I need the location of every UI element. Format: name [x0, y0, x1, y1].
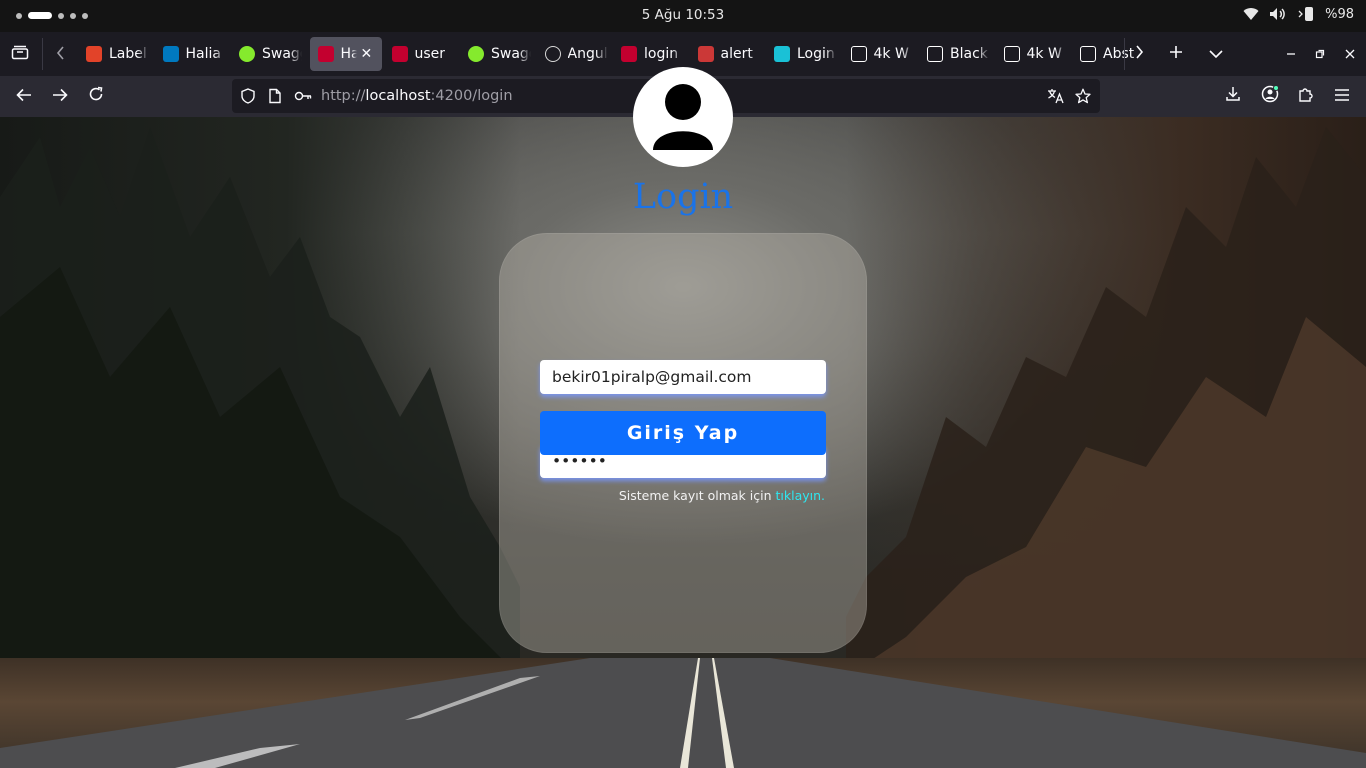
tab-title: Black: [950, 46, 988, 62]
browser-tab[interactable]: alert: [690, 37, 767, 71]
account-icon: [1261, 85, 1279, 107]
back-button[interactable]: [10, 82, 38, 110]
tab-title: Login: [797, 46, 835, 62]
tab-title: Swagger: [491, 46, 531, 62]
arrow-left-icon: [16, 87, 32, 106]
extensions-button[interactable]: [1292, 82, 1320, 110]
system-top-bar: 5 Ağu 10:53 %98: [0, 0, 1366, 32]
npm-icon: [697, 46, 714, 62]
browser-tab[interactable]: 4k W: [996, 37, 1073, 71]
restore-icon: [1315, 45, 1325, 63]
swagger-icon: [239, 46, 255, 62]
close-tab-icon[interactable]: ✕: [361, 46, 373, 62]
reload-button[interactable]: [82, 82, 110, 110]
forward-button[interactable]: [46, 82, 74, 110]
url-text[interactable]: http://localhost:4200/login: [321, 88, 513, 104]
system-clock[interactable]: 5 Ağu 10:53: [0, 7, 1366, 23]
browser-tab[interactable]: Angular: [537, 37, 614, 71]
tab-title: Ha: [340, 46, 357, 62]
browser-tab[interactable]: 4k W: [843, 37, 920, 71]
login-submit-button[interactable]: Giriş Yap: [540, 411, 826, 455]
tab-strip-divider: [1124, 38, 1125, 70]
url-host: localhost: [365, 88, 431, 104]
new-tab-button[interactable]: [1162, 40, 1190, 68]
tab-title: Swagger: [262, 46, 302, 62]
trello-icon: [162, 46, 179, 62]
tab-title: Halia: [185, 46, 221, 62]
vuetify-icon: [774, 46, 790, 62]
close-icon: [1345, 45, 1355, 63]
swagger-icon: [468, 46, 484, 62]
pexels-icon: [850, 46, 867, 62]
list-all-tabs-button[interactable]: [1202, 40, 1230, 68]
browser-tab[interactable]: Black: [919, 37, 996, 71]
close-window-button[interactable]: [1336, 40, 1364, 68]
minimize-icon: [1286, 45, 1296, 63]
tab-title: Label: [109, 46, 147, 62]
arrow-right-icon: [52, 87, 68, 106]
download-icon: [1225, 86, 1241, 106]
chevron-right-icon: [1134, 45, 1144, 63]
chevron-down-icon: [1209, 45, 1223, 63]
volume-icon: [1269, 7, 1287, 21]
register-prompt: Sisteme kayıt olmak için tıklayın.: [540, 488, 825, 503]
url-protocol: http://: [321, 88, 366, 104]
tab-overview-icon: [11, 44, 29, 64]
tracking-protection-shield-icon[interactable]: [240, 88, 256, 104]
chevron-left-icon: [56, 45, 66, 64]
maximize-window-button[interactable]: [1306, 40, 1334, 68]
login-title: Login: [632, 177, 734, 217]
tab-overview-button[interactable]: [6, 40, 34, 68]
browser-tab[interactable]: user: [384, 37, 461, 71]
translate-icon[interactable]: [1047, 88, 1064, 104]
pexels-icon: [927, 46, 943, 62]
browser-tab[interactable]: Label: [78, 37, 155, 71]
tab-list: Label Halia Swagger Ha✕ user Swagger Angular lo…: [78, 37, 1149, 71]
account-button[interactable]: [1256, 82, 1284, 110]
puzzle-icon: [1298, 86, 1314, 106]
tab-strip-divider: [42, 38, 43, 70]
angular-icon: [391, 46, 408, 62]
angular-icon: [621, 46, 637, 62]
istock-icon: [1003, 46, 1020, 62]
tab-title: Angular: [567, 46, 608, 62]
key-icon[interactable]: [294, 88, 312, 104]
register-link[interactable]: tıklayın.: [775, 488, 825, 503]
tab-title: 4k W: [873, 46, 909, 62]
tab-title: user: [414, 46, 446, 62]
bookmark-star-icon[interactable]: [1075, 88, 1091, 104]
openai-icon: [544, 46, 561, 62]
hamburger-menu-icon: [1334, 87, 1350, 106]
wifi-icon: [1243, 7, 1259, 21]
scroll-tabs-left-button[interactable]: [47, 40, 75, 68]
register-text: Sisteme kayıt olmak için: [618, 488, 776, 503]
tab-title: login: [644, 46, 679, 62]
url-path: :4200/login: [430, 88, 513, 104]
battery-icon: [1297, 6, 1315, 22]
user-icon: [633, 84, 733, 171]
browser-tab[interactable]: Swagger: [460, 37, 537, 71]
browser-tab[interactable]: Swagger: [231, 37, 308, 71]
browser-tab[interactable]: Ha ✕: [309, 37, 382, 71]
angular-icon: [317, 46, 334, 62]
background-road: [0, 658, 1366, 768]
browser-tab[interactable]: Halia: [155, 37, 232, 71]
battery-percent: %98: [1325, 6, 1354, 22]
istock-icon: [1080, 46, 1096, 62]
downloads-button[interactable]: [1219, 82, 1247, 110]
minimize-window-button[interactable]: [1277, 40, 1305, 68]
reload-icon: [88, 86, 104, 106]
system-tray[interactable]: %98: [1243, 6, 1354, 22]
gitlab-icon: [86, 46, 102, 62]
page-info-icon[interactable]: [267, 88, 283, 104]
app-menu-button[interactable]: [1328, 82, 1356, 110]
tab-title: alert: [720, 46, 753, 62]
user-avatar: [633, 67, 733, 167]
email-field[interactable]: [540, 360, 826, 394]
browser-tab[interactable]: Login: [766, 37, 843, 71]
tab-title: 4k W: [1026, 46, 1062, 62]
scroll-tabs-right-button[interactable]: [1125, 40, 1153, 68]
browser-tab[interactable]: login: [613, 37, 690, 71]
plus-icon: [1169, 45, 1183, 63]
